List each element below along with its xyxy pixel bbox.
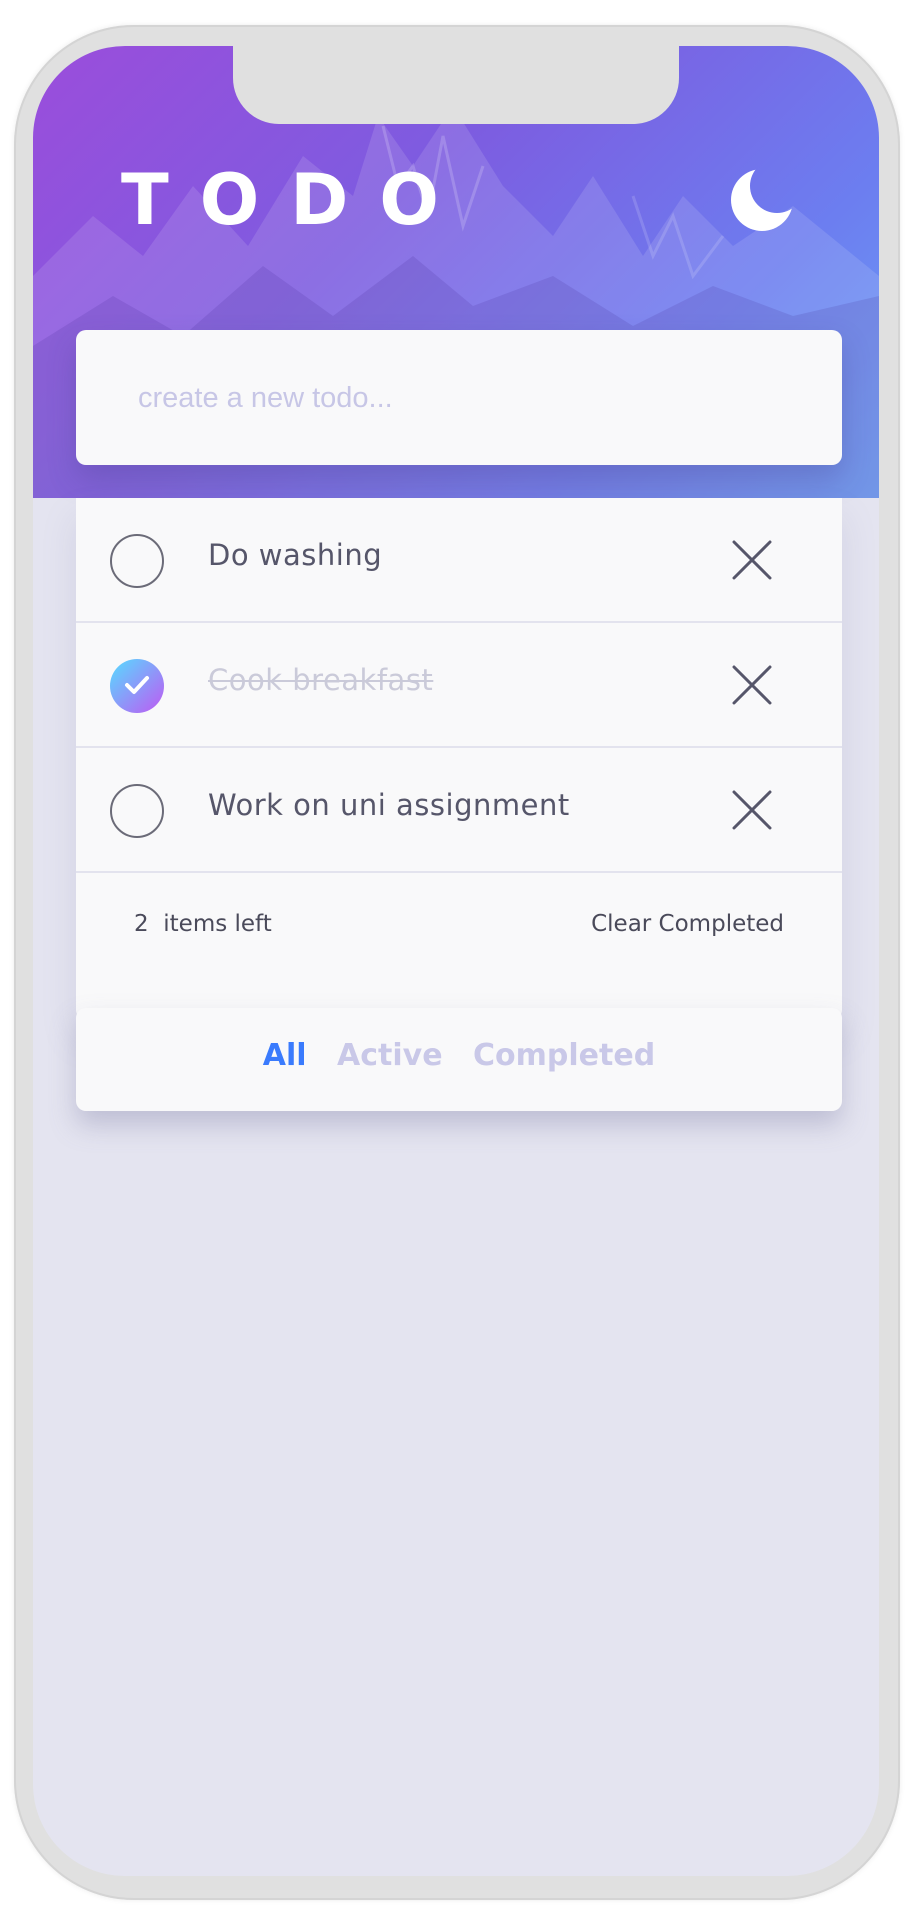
todo-item: Work on uni assignment bbox=[76, 748, 842, 873]
todo-list: Do washing Cook breakfast Work on uni as… bbox=[76, 498, 842, 1020]
filter-active[interactable]: Active bbox=[324, 1038, 456, 1073]
todo-checkbox-checked[interactable] bbox=[110, 659, 164, 713]
moon-icon bbox=[731, 169, 793, 231]
theme-toggle-button[interactable] bbox=[729, 164, 799, 234]
filter-all[interactable]: All bbox=[250, 1038, 320, 1073]
phone-notch bbox=[233, 46, 679, 124]
check-icon bbox=[125, 676, 149, 694]
todo-text: Cook breakfast bbox=[208, 663, 434, 697]
todo-item: Do washing bbox=[76, 498, 842, 623]
list-footer: 2 items left Clear Completed bbox=[76, 873, 842, 970]
close-icon[interactable] bbox=[730, 663, 774, 707]
clear-completed-button[interactable]: Clear Completed bbox=[591, 911, 784, 937]
app-title: TODO bbox=[121, 159, 470, 241]
items-left-count: 2 items left bbox=[134, 911, 272, 937]
close-icon[interactable] bbox=[730, 788, 774, 832]
app-screen: TODO Do washing bbox=[33, 46, 879, 1876]
filter-bar: All Active Completed bbox=[76, 1008, 842, 1111]
todo-text: Do washing bbox=[208, 538, 383, 572]
new-todo-card bbox=[76, 330, 842, 465]
filter-completed[interactable]: Completed bbox=[460, 1038, 668, 1073]
close-icon[interactable] bbox=[730, 538, 774, 582]
todo-checkbox[interactable] bbox=[110, 784, 164, 838]
new-todo-input[interactable] bbox=[138, 370, 798, 426]
todo-item: Cook breakfast bbox=[76, 623, 842, 748]
todo-checkbox[interactable] bbox=[110, 534, 164, 588]
todo-text: Work on uni assignment bbox=[208, 788, 570, 822]
